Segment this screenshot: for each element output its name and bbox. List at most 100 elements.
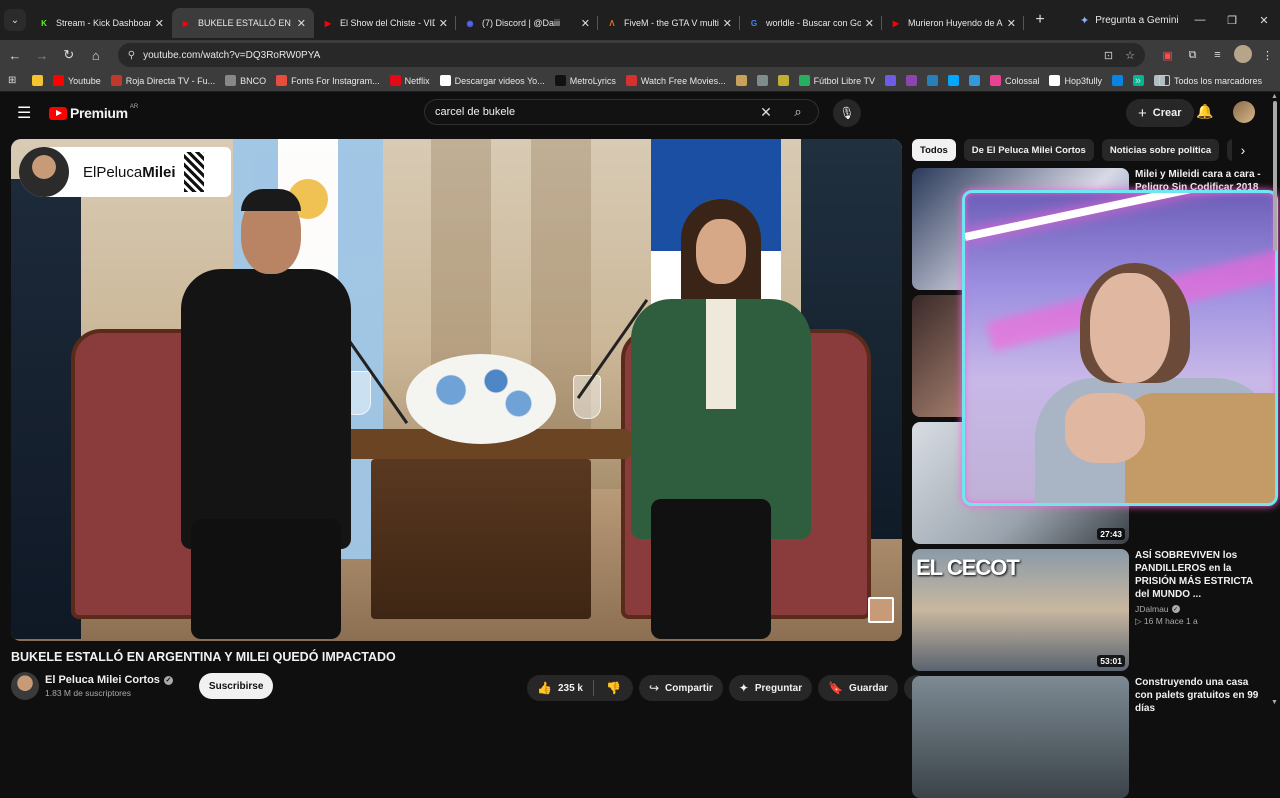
scrollbar-thumb[interactable] <box>1273 101 1277 251</box>
bookmark-favicon-icon <box>756 75 768 86</box>
bookmark-item[interactable]: Watch Free Movies... <box>625 75 726 86</box>
profile-avatar[interactable] <box>1230 44 1255 66</box>
bookmark-item[interactable]: Netflix <box>389 75 430 86</box>
channel-name-row[interactable]: El Peluca Milei Cortos ✓ <box>45 674 173 686</box>
close-tab-icon[interactable]: ✕ <box>723 17 732 30</box>
search-icon[interactable]: ⌕ <box>778 104 818 120</box>
notifications-bell-icon[interactable]: 🔔 <box>1196 103 1213 120</box>
menu-hamburger-icon[interactable]: ☰ <box>17 103 33 123</box>
close-tab-icon[interactable]: ✕ <box>439 17 448 30</box>
ask-button[interactable]: ✦ Preguntar <box>728 675 813 701</box>
filter-chip[interactable]: Todos <box>912 139 956 161</box>
recommendation-item[interactable]: Construyendo una casa con palets gratuit… <box>912 676 1263 798</box>
filter-chip[interactable]: Noticias sobre política <box>1101 139 1220 161</box>
bookmark-item[interactable] <box>905 75 921 86</box>
extension-red-icon[interactable]: ▣ <box>1155 49 1180 62</box>
close-tab-icon[interactable]: ✕ <box>297 17 306 30</box>
extensions-puzzle-icon[interactable]: ⧉ <box>1180 49 1205 62</box>
browser-tab[interactable]: Gworldle - Buscar con Goog ✕ <box>740 8 882 38</box>
bookmark-label: Fonts For Instagram... <box>291 75 380 86</box>
back-button[interactable]: ← <box>3 48 27 63</box>
video-thumbnail[interactable] <box>912 676 1129 798</box>
forward-button[interactable]: → <box>30 48 54 63</box>
filter-chips: Todos De El Peluca Milei Cortos Noticias s… <box>912 139 1252 161</box>
save-button[interactable]: 🔖 Guardar <box>818 675 898 701</box>
bookmark-item[interactable]: Youtube <box>53 75 101 86</box>
browser-tab[interactable]: ▶ BUKELE ESTALLÓ EN AR ✕ <box>172 8 314 38</box>
media-control-icon[interactable]: ≡ <box>1205 49 1230 61</box>
close-tab-icon[interactable]: ✕ <box>581 17 590 30</box>
bookmark-item[interactable]: Colossal <box>989 75 1039 86</box>
filter-chip[interactable]: De El Peluca Milei Cortos <box>963 139 1094 161</box>
new-tab-button[interactable]: + <box>1028 8 1052 32</box>
install-app-icon[interactable]: ⊡ <box>1104 49 1113 62</box>
bookmark-item[interactable] <box>735 75 751 86</box>
tab-search-button[interactable]: ⌄ <box>4 9 26 31</box>
bookmark-item[interactable] <box>947 75 963 86</box>
recommendation-channel-row[interactable]: JDalmau ✓ <box>1135 604 1263 614</box>
scroll-up-arrow-icon[interactable]: ▲ <box>1271 93 1278 100</box>
video-player[interactable]: ElPelucaMilei <box>11 139 902 641</box>
recommendation-title[interactable]: ASÍ SOBREVIVEN los PANDILLEROS en la PRI… <box>1135 549 1263 601</box>
all-bookmarks-folder[interactable]: Todos los marcadores <box>1158 75 1262 86</box>
recommendation-title[interactable]: Construyendo una casa con palets gratuit… <box>1135 676 1263 715</box>
like-button[interactable]: 👍 235 k <box>527 680 594 696</box>
browser-menu-icon[interactable]: ⋮ <box>1255 49 1280 62</box>
bookmark-item[interactable] <box>926 75 942 86</box>
create-button[interactable]: + Crear <box>1126 99 1194 127</box>
close-tab-icon[interactable]: ✕ <box>155 17 164 30</box>
recommendation-item[interactable]: EL CECOT 53:01 ASÍ SOBREVIVEN los PANDIL… <box>912 549 1263 671</box>
browser-tab[interactable]: ▶ Murieron Huyendo de Alg ✕ <box>882 8 1024 38</box>
discord-icon: ◉ <box>466 18 474 28</box>
minimize-button[interactable]: — <box>1184 14 1216 26</box>
page-scrollbar[interactable]: ▲ ▼ <box>1270 93 1280 720</box>
bookmark-item[interactable]: Hop3fully <box>1049 75 1102 86</box>
clear-search-icon[interactable]: ✕ <box>754 104 778 121</box>
bookmark-star-icon[interactable]: ☆ <box>1125 49 1135 62</box>
more-bookmarks-icon[interactable]: » <box>1135 75 1141 87</box>
dislike-button[interactable]: 👎 <box>594 681 633 695</box>
recommendation-channel[interactable]: JDalmau <box>1135 604 1169 614</box>
gemini-button[interactable]: ✦ Pregunta a Gemini <box>1080 8 1179 32</box>
channel-watermark[interactable] <box>868 597 894 623</box>
restore-button[interactable]: ❐ <box>1216 14 1248 27</box>
channel-name[interactable]: El Peluca Milei Cortos <box>45 674 160 686</box>
bookmark-item[interactable] <box>756 75 772 86</box>
bookmark-item[interactable] <box>968 75 984 86</box>
close-tab-icon[interactable]: ✕ <box>865 17 874 30</box>
youtube-premium-logo[interactable]: Premium AR <box>49 104 138 121</box>
bookmark-item[interactable]: Roja Directa TV - Fu... <box>110 75 215 86</box>
voice-search-mic-icon[interactable]: 🎙 <box>833 99 861 127</box>
browser-tab[interactable]: ◉ (7) Discord | @Daiii ✕ <box>456 8 598 38</box>
bookmark-item[interactable]: Fútbol Libre TV <box>798 75 875 86</box>
close-window-button[interactable]: ✕ <box>1248 14 1280 27</box>
account-avatar[interactable] <box>1233 101 1255 123</box>
bookmark-item[interactable]: Descargar videos Yo... <box>439 75 545 86</box>
youtube-play-logo-icon <box>49 106 67 120</box>
search-box[interactable]: carcel de bukele ✕ ⌕ <box>424 99 819 125</box>
address-bar[interactable]: ⚲ youtube.com/watch?v=DQ3RoRW0PYA ⊡ ☆ <box>117 43 1146 67</box>
close-tab-icon[interactable]: ✕ <box>1007 17 1016 30</box>
scroll-down-arrow-icon[interactable]: ▼ <box>1271 699 1278 706</box>
bookmark-item[interactable] <box>884 75 900 86</box>
home-button[interactable]: ⌂ <box>84 48 108 63</box>
chevron-right-icon[interactable]: › <box>1232 139 1254 161</box>
browser-tab[interactable]: ▶ El Show del Chiste - VIDEO ✕ <box>314 8 456 38</box>
reload-button[interactable]: ↻ <box>57 47 81 63</box>
subscribe-button[interactable]: Suscribirse <box>198 673 274 699</box>
channel-avatar[interactable] <box>11 672 39 700</box>
browser-tab[interactable]: K Stream - Kick Dashboard ✕ <box>30 8 172 38</box>
site-info-icon[interactable]: ⚲ <box>128 50 135 61</box>
bookmark-item[interactable]: BNCO <box>225 75 266 86</box>
bookmark-item[interactable] <box>1112 75 1127 86</box>
bookmark-item[interactable] <box>32 75 47 86</box>
bookmark-item[interactable]: MetroLyrics <box>554 75 616 86</box>
plus-icon: + <box>1138 104 1147 122</box>
browser-tab[interactable]: Λ FiveM - the GTA V multiplay ✕ <box>598 8 740 38</box>
apps-grid-icon[interactable]: ⊞ <box>8 75 18 86</box>
bookmark-item[interactable]: Fonts For Instagram... <box>276 75 380 86</box>
share-button[interactable]: ↪ Compartir <box>638 675 723 701</box>
bookmark-item[interactable] <box>777 75 793 86</box>
video-thumbnail[interactable]: EL CECOT 53:01 <box>912 549 1129 671</box>
search-input[interactable]: carcel de bukele <box>435 106 754 118</box>
